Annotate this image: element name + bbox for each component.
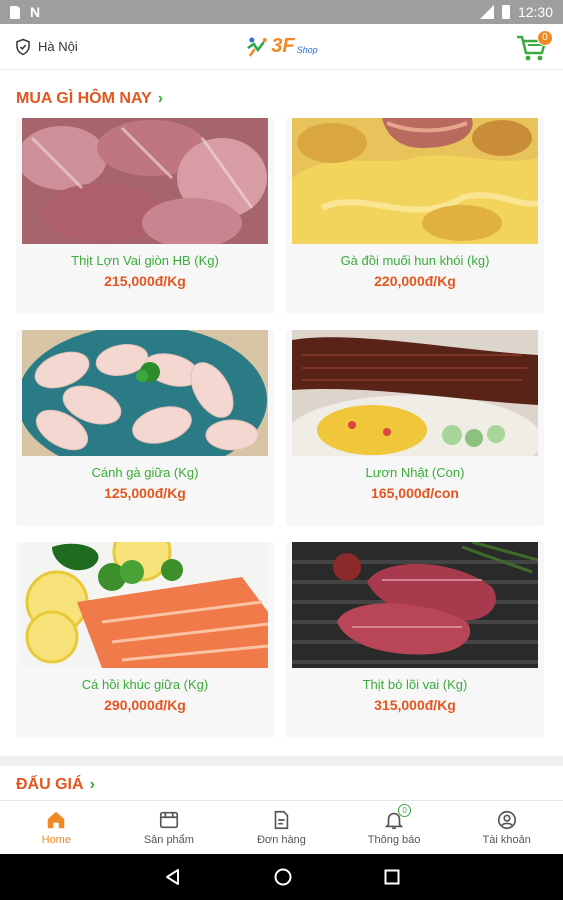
product-card[interactable]: Thịt bò lõi vai (Kg) 315,000đ/Kg — [286, 542, 544, 738]
recents-square-icon[interactable] — [383, 868, 401, 886]
signal-icon — [479, 5, 494, 19]
nav-orders[interactable]: Đơn hàng — [225, 801, 338, 854]
nav-label: Đơn hàng — [257, 834, 306, 846]
cart-count-badge: 0 — [537, 29, 553, 46]
nav-label: Home — [41, 834, 71, 846]
location-label: Hà Nội — [38, 39, 78, 54]
product-name: Lươn Nhật (Con) — [365, 465, 465, 480]
product-card[interactable]: Lươn Nhật (Con) 165,000đ/con — [286, 330, 544, 526]
status-bar: N 12:30 — [0, 0, 563, 24]
product-name: Thịt Lợn Vai giòn HB (Kg) — [71, 253, 219, 268]
system-navigation-bar — [0, 854, 563, 900]
product-price: 290,000đ/Kg — [104, 697, 186, 713]
product-image-pork — [22, 118, 268, 244]
product-card[interactable]: Gà đồi muối hun khói (kg) 220,000đ/Kg — [286, 118, 544, 314]
nav-products[interactable]: Sản phẩm — [113, 801, 226, 854]
product-name: Cánh gà giữa (Kg) — [91, 465, 199, 480]
products-icon — [159, 811, 178, 829]
product-card[interactable]: Cánh gà giữa (Kg) 125,000đ/Kg — [16, 330, 274, 526]
product-price: 315,000đ/Kg — [374, 697, 456, 713]
account-icon — [497, 810, 516, 830]
product-name: Cá hồi khúc giữa (Kg) — [81, 677, 209, 692]
section-today-header[interactable]: MUA GÌ HÔM NAY › — [16, 90, 163, 108]
logo-text: 3F — [271, 35, 295, 57]
home-icon — [48, 811, 65, 829]
section-auction-title: ĐẤU GIÁ — [16, 776, 84, 793]
bottom-navigation: Home Sản phẩm Đơn hàng 0 Thông báo Tài k… — [0, 800, 563, 854]
cart-button[interactable]: 0 — [515, 29, 553, 64]
section-divider — [0, 756, 563, 766]
notification-count-badge: 0 — [398, 804, 412, 817]
clock: 12:30 — [517, 4, 553, 20]
product-name: Thịt bò lõi vai (Kg) — [362, 677, 468, 692]
product-card[interactable]: Thịt Lợn Vai giòn HB (Kg) 215,000đ/Kg — [16, 118, 274, 314]
product-name: Gà đồi muối hun khói (kg) — [340, 253, 490, 268]
battery-icon — [501, 5, 510, 19]
chevron-right-icon: › — [157, 90, 164, 107]
chevron-right-icon: › — [89, 776, 95, 793]
nav-label: Tài khoản — [482, 834, 531, 846]
logo-figure-icon — [246, 37, 267, 57]
logo: 3F Shop — [245, 35, 318, 58]
sd-card-icon — [10, 5, 20, 19]
section-auction-header[interactable]: ĐẤU GIÁ › — [16, 776, 95, 794]
product-image-beef-steak — [292, 542, 538, 668]
product-image-salmon-fillet — [22, 542, 268, 668]
main-content: MUA GÌ HÔM NAY › Thịt Lợn Vai giòn HB (K… — [0, 70, 563, 800]
product-grid: Thịt Lợn Vai giòn HB (Kg) 215,000đ/Kg Gà… — [16, 118, 546, 738]
logo-subtext: Shop — [296, 44, 318, 55]
nav-account[interactable]: Tài khoản — [450, 801, 563, 854]
location-selector[interactable]: Hà Nội — [14, 38, 78, 56]
app-header: Hà Nội 3F Shop 0 — [0, 24, 563, 70]
bell-icon-wrap: 0 — [383, 804, 412, 831]
home-circle-icon[interactable] — [273, 867, 293, 887]
nav-notifications[interactable]: 0 Thông báo — [338, 801, 451, 854]
n-icon: N — [30, 4, 41, 20]
back-icon[interactable] — [163, 867, 183, 887]
product-image-smoked-chicken — [292, 118, 538, 244]
product-price: 215,000đ/Kg — [104, 273, 186, 289]
nav-label: Sản phẩm — [143, 834, 194, 846]
product-price: 125,000đ/Kg — [104, 485, 186, 501]
orders-icon — [275, 810, 289, 830]
product-image-chicken-wings — [22, 330, 268, 456]
product-price: 220,000đ/Kg — [374, 273, 456, 289]
product-price: 165,000đ/con — [371, 485, 459, 501]
product-image-grilled-eel — [292, 330, 538, 456]
section-today-title: MUA GÌ HÔM NAY — [16, 90, 152, 107]
nav-label: Thông báo — [367, 834, 421, 846]
product-card[interactable]: Cá hồi khúc giữa (Kg) 290,000đ/Kg — [16, 542, 274, 738]
nav-home[interactable]: Home — [0, 801, 113, 854]
location-shield-icon — [16, 38, 30, 55]
